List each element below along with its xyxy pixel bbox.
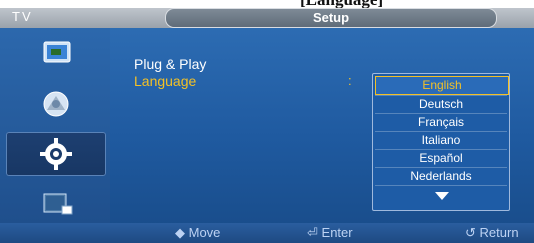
language-option-francais[interactable]: Français: [375, 113, 507, 131]
enter-hint: ⏎ Enter: [307, 225, 353, 241]
top-bar: TV Setup: [0, 8, 534, 28]
language-option-espanol[interactable]: Español: [375, 149, 507, 167]
sidebar-item-setup[interactable]: [6, 132, 106, 176]
tv-osd-window: TV Setup Plug & Play Language: English …: [0, 8, 534, 243]
language-option-deutsch[interactable]: Deutsch: [375, 95, 507, 113]
cropped-header: [Language]: [0, 0, 534, 8]
cropped-header-text: [Language]: [300, 0, 383, 8]
enter-label: Enter: [321, 225, 353, 240]
picture-icon: [43, 41, 71, 63]
separator-colon: :: [348, 73, 352, 88]
setup-gear-icon: [40, 138, 72, 170]
input-icon: [43, 193, 73, 215]
page-title: Setup: [312, 10, 350, 25]
return-icon: ↺: [465, 225, 476, 240]
menu-item-plug-and-play[interactable]: Plug & Play: [134, 56, 206, 72]
sidebar-item-sound[interactable]: [6, 82, 106, 126]
bottom-bar: ◆ Move ⏎ Enter ↺ Return: [0, 223, 534, 243]
move-diamond-icon: ◆: [175, 225, 185, 240]
enter-icon: ⏎: [307, 225, 318, 240]
sidebar-item-picture[interactable]: [6, 32, 106, 76]
return-hint: ↺ Return: [465, 225, 519, 241]
language-option-english[interactable]: English: [375, 76, 509, 95]
down-triangle-icon: [435, 192, 449, 200]
menu-item-language[interactable]: Language: [134, 73, 196, 89]
language-option-nederlands[interactable]: Nederlands: [375, 167, 507, 185]
language-option-italiano[interactable]: Italiano: [375, 131, 507, 149]
sidebar-item-input[interactable]: [6, 182, 106, 226]
move-hint: ◆ Move: [175, 225, 220, 241]
main-panel: Plug & Play Language : English Deutsch F…: [110, 28, 534, 223]
tv-label: TV: [12, 9, 33, 24]
move-label: Move: [188, 225, 221, 240]
return-label: Return: [479, 225, 519, 240]
scroll-down-row[interactable]: [375, 185, 507, 207]
sidebar: [0, 28, 110, 223]
title-pill: Setup: [165, 8, 497, 28]
language-dropdown[interactable]: English Deutsch Français Italiano Españo…: [372, 73, 510, 211]
sound-icon: [43, 91, 69, 117]
